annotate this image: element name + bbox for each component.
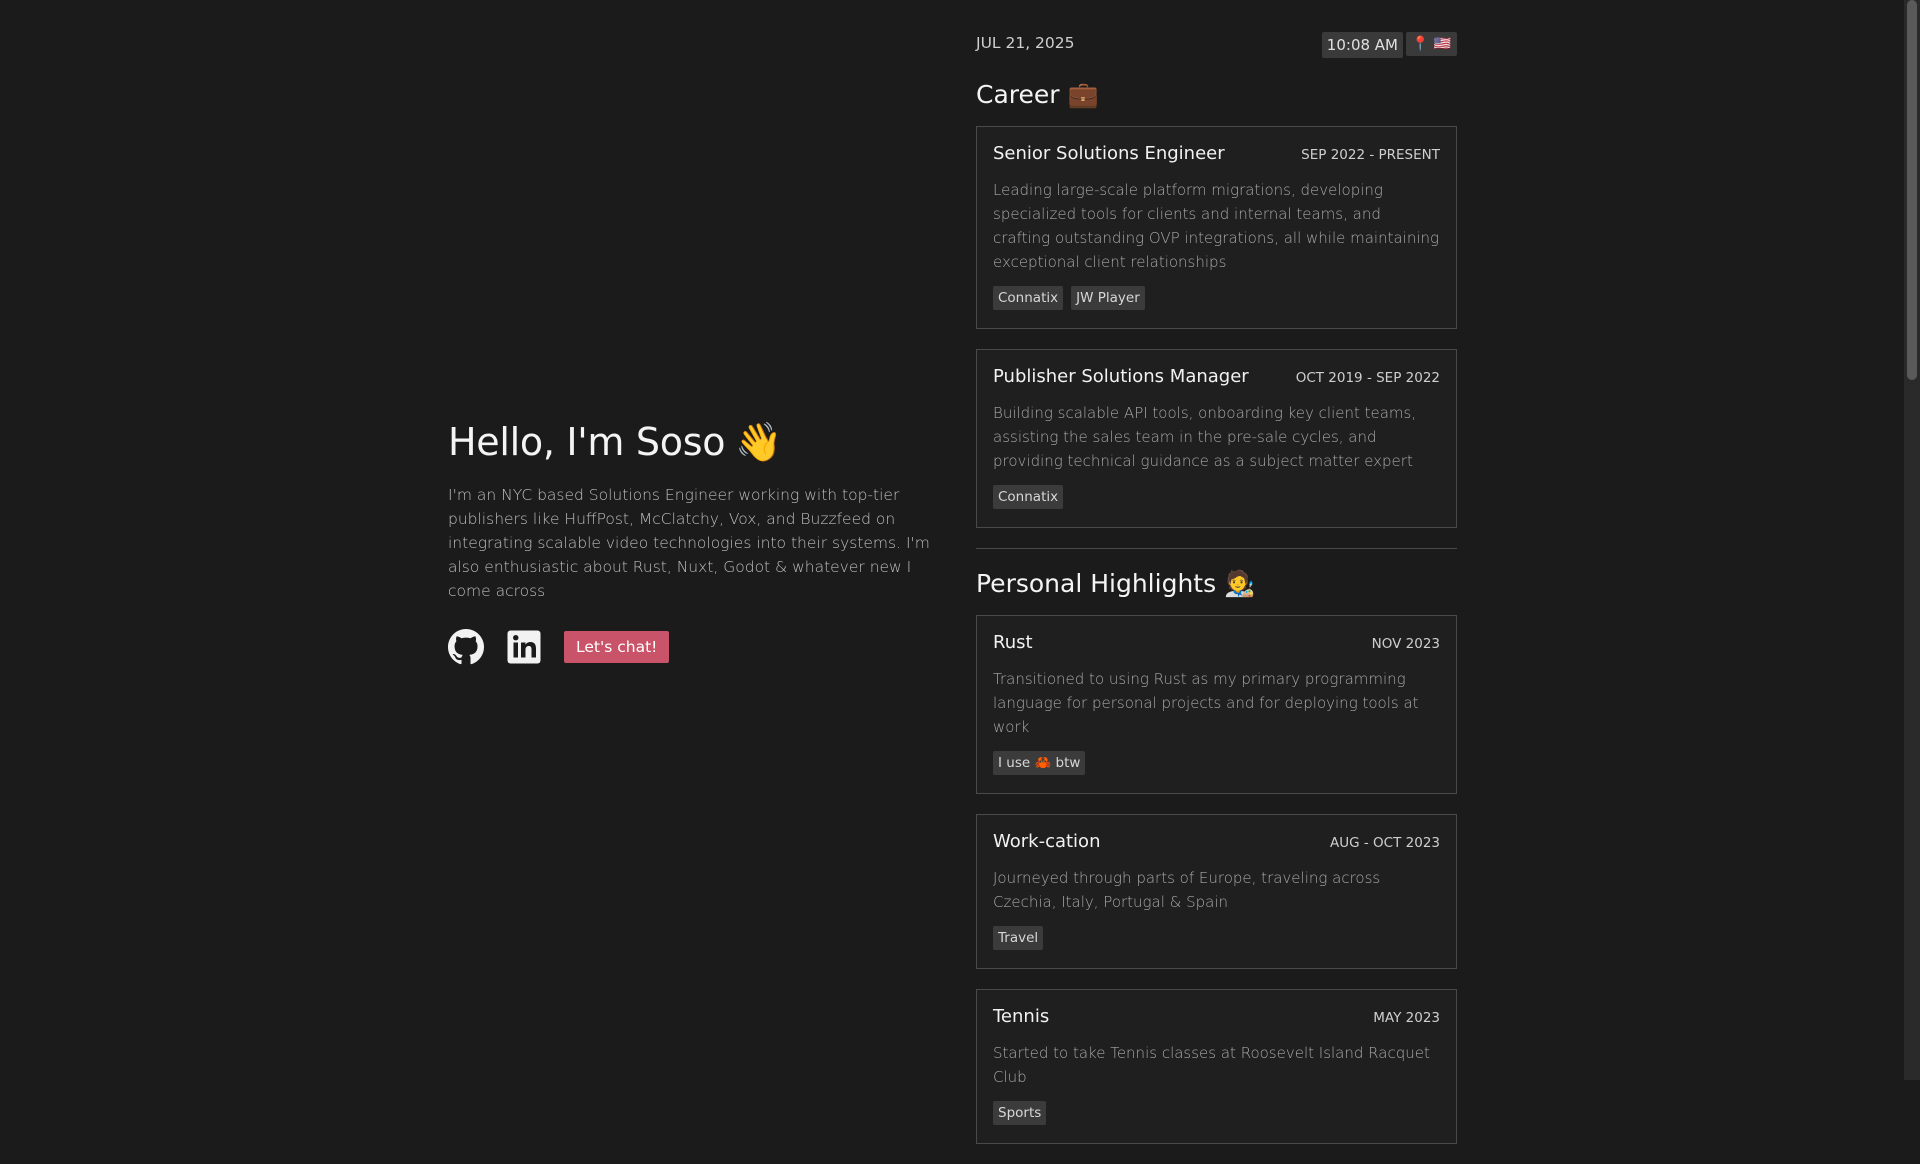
- highlight-card: Tennis MAY 2023 Started to take Tennis c…: [976, 989, 1457, 1144]
- highlights-heading: Personal Highlights 🧑‍🎨: [976, 569, 1256, 598]
- wave-icon: 👋: [735, 420, 783, 464]
- tag: Travel: [993, 926, 1044, 950]
- location-badge: 📍 🇺🇸: [1405, 32, 1457, 56]
- card-description: Journeyed through parts of Europe, trave…: [993, 869, 1381, 911]
- info-bar: JUL 21, 2025 10:08 AM 📍 🇺🇸: [976, 0, 1457, 60]
- card-title: Rust: [993, 632, 1033, 653]
- clock-badge: 10:08 AM: [1321, 32, 1403, 58]
- card-title: Publisher Solutions Manager: [993, 366, 1249, 387]
- current-date: JUL 21, 2025: [976, 34, 1075, 52]
- intro-section: Hello, I'm Soso 👋 I'm an NYC based Soluti…: [448, 420, 930, 665]
- card-title: Senior Solutions Engineer: [993, 143, 1225, 164]
- section-divider: [976, 548, 1457, 549]
- bio-text: I'm an NYC based Solutions Engineer work…: [448, 486, 930, 600]
- highlight-card: Rust NOV 2023 Transitioned to using Rust…: [976, 615, 1457, 794]
- chat-button[interactable]: Let's chat!: [564, 631, 670, 663]
- card-description: Building scalable API tools, onboarding …: [993, 404, 1417, 470]
- card-date: MAY 2023: [1373, 1010, 1440, 1026]
- career-card: Senior Solutions Engineer SEP 2022 - PRE…: [976, 126, 1457, 329]
- linkedin-link[interactable]: [506, 629, 542, 665]
- github-icon: [448, 629, 484, 665]
- card-date: OCT 2019 - SEP 2022: [1295, 370, 1440, 386]
- card-title: Work-cation: [993, 831, 1101, 852]
- tag: Connatix: [993, 485, 1064, 509]
- tag: Sports: [993, 1101, 1047, 1125]
- card-description: Transitioned to using Rust as my primary…: [993, 670, 1419, 736]
- timeline-column: JUL 21, 2025 10:08 AM 📍 🇺🇸 Career 💼 Seni…: [976, 0, 1457, 1164]
- page-scrollbar[interactable]: [1904, 0, 1920, 1080]
- card-date: AUG - OCT 2023: [1330, 835, 1440, 851]
- linkedin-icon: [507, 630, 541, 664]
- card-description: Started to take Tennis classes at Roosev…: [993, 1044, 1430, 1086]
- tag: Connatix: [993, 286, 1064, 310]
- card-description: Leading large-scale platform migrations,…: [993, 181, 1440, 271]
- highlight-card: Work-cation AUG - OCT 2023 Journeyed thr…: [976, 814, 1457, 969]
- card-date: SEP 2022 - PRESENT: [1301, 147, 1440, 163]
- tag: I use 🦀 btw: [993, 751, 1086, 775]
- career-card: Publisher Solutions Manager OCT 2019 - S…: [976, 349, 1457, 528]
- greeting-heading: Hello, I'm Soso 👋: [448, 420, 783, 464]
- career-heading: Career 💼: [976, 80, 1099, 109]
- card-title: Tennis: [993, 1006, 1050, 1027]
- tag: JW Player: [1071, 286, 1145, 310]
- github-link[interactable]: [448, 629, 484, 665]
- card-date: NOV 2023: [1371, 636, 1440, 652]
- scrollbar-thumb[interactable]: [1907, 0, 1917, 380]
- social-links: Let's chat!: [448, 629, 930, 665]
